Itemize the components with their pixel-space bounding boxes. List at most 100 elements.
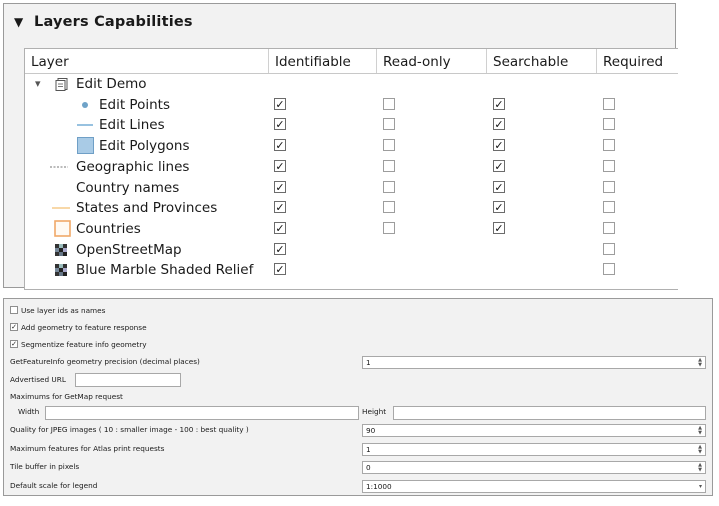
precision-label: GetFeatureInfo geometry precision (decim…: [10, 357, 200, 366]
table-row[interactable]: Edit Lines ✓ ✓: [25, 115, 678, 135]
read-only-checkbox[interactable]: [383, 201, 395, 214]
tile-buffer-value: 0: [366, 463, 371, 472]
required-checkbox[interactable]: [603, 263, 615, 276]
required-checkbox[interactable]: [603, 242, 615, 255]
layer-name: Edit Polygons: [99, 138, 190, 155]
line-symbol-icon: [77, 117, 93, 133]
spin-arrows-icon[interactable]: ▲ ▼: [697, 445, 703, 455]
use-layer-ids-checkbox[interactable]: [10, 306, 18, 314]
table-row[interactable]: Geographic lines ✓ ✓: [25, 157, 678, 177]
add-geometry-row[interactable]: ✓ Add geometry to feature response: [10, 321, 147, 335]
required-checkbox[interactable]: [603, 201, 615, 214]
precision-spinbox[interactable]: 1 ▲ ▼: [362, 356, 706, 369]
raster-icon: [54, 242, 70, 258]
layer-name: States and Provinces: [76, 200, 218, 217]
advertised-url-input[interactable]: [75, 373, 181, 387]
layer-name: Country names: [76, 179, 180, 196]
spin-arrows-icon[interactable]: ▲ ▼: [697, 358, 703, 368]
table-row[interactable]: Countries ✓ ✓: [25, 219, 678, 239]
read-only-checkbox[interactable]: [383, 118, 395, 131]
searchable-checkbox[interactable]: ✓: [493, 118, 505, 131]
identifiable-checkbox[interactable]: ✓: [274, 221, 286, 234]
width-label: Width: [18, 407, 40, 416]
read-only-checkbox[interactable]: [383, 97, 395, 110]
required-checkbox[interactable]: [603, 180, 615, 193]
segmentize-checkbox[interactable]: ✓: [10, 340, 18, 348]
precision-value: 1: [366, 358, 371, 367]
table-row[interactable]: States and Provinces ✓ ✓: [25, 198, 678, 218]
identifiable-checkbox[interactable]: ✓: [274, 242, 286, 255]
table-row[interactable]: Edit Points ✓ ✓: [25, 95, 678, 115]
layer-name: Edit Lines: [99, 117, 165, 134]
width-input[interactable]: [45, 406, 359, 420]
wms-settings-panel: Use layer ids as names ✓ Add geometry to …: [3, 298, 713, 496]
spin-arrows-icon[interactable]: ▲ ▼: [697, 426, 703, 436]
read-only-checkbox[interactable]: [383, 180, 395, 193]
legend-scale-value: 1:1000: [366, 482, 392, 491]
identifiable-checkbox[interactable]: ✓: [274, 201, 286, 214]
layer-name: Edit Points: [99, 96, 170, 113]
height-label: Height: [362, 407, 387, 416]
identifiable-checkbox[interactable]: ✓: [274, 97, 286, 110]
expand-arrow-icon[interactable]: ▾: [35, 74, 41, 94]
read-only-checkbox[interactable]: [383, 139, 395, 152]
jpeg-quality-label: Quality for JPEG images ( 10 : smaller i…: [10, 425, 249, 434]
layers-tree: Layer Identifiable Read-only Searchable …: [24, 48, 678, 290]
required-checkbox[interactable]: [603, 118, 615, 131]
identifiable-checkbox[interactable]: ✓: [274, 263, 286, 276]
required-checkbox[interactable]: [603, 159, 615, 172]
searchable-checkbox[interactable]: ✓: [493, 201, 505, 214]
column-header-read-only[interactable]: Read-only: [377, 49, 487, 73]
atlas-max-value: 1: [366, 445, 371, 454]
layer-name: Edit Demo: [76, 76, 147, 92]
table-row[interactable]: Blue Marble Shaded Relief ✓: [25, 260, 678, 280]
dashed-line-icon: [50, 159, 68, 175]
maximums-label: Maximums for GetMap request: [10, 392, 123, 401]
searchable-checkbox[interactable]: ✓: [493, 159, 505, 172]
add-geometry-checkbox[interactable]: ✓: [10, 323, 18, 331]
legend-scale-label: Default scale for legend: [10, 481, 98, 490]
add-geometry-label: Add geometry to feature response: [21, 323, 147, 332]
table-row[interactable]: ▾ Edit Demo: [25, 74, 678, 94]
spin-arrows-icon[interactable]: ▲ ▼: [697, 463, 703, 473]
required-checkbox[interactable]: [603, 97, 615, 110]
layers-capabilities-header[interactable]: ▼ Layers Capabilities: [4, 4, 675, 40]
point-symbol-icon: [77, 97, 93, 113]
identifiable-checkbox[interactable]: ✓: [274, 118, 286, 131]
searchable-checkbox[interactable]: ✓: [493, 97, 505, 110]
legend-scale-combobox[interactable]: 1:1000 ▾: [362, 480, 706, 493]
tile-buffer-label: Tile buffer in pixels: [10, 462, 80, 471]
identifiable-checkbox[interactable]: ✓: [274, 139, 286, 152]
identifiable-checkbox[interactable]: ✓: [274, 180, 286, 193]
required-checkbox[interactable]: [603, 139, 615, 152]
column-header-required[interactable]: Required: [597, 49, 678, 73]
use-layer-ids-row[interactable]: Use layer ids as names: [10, 304, 105, 318]
searchable-checkbox[interactable]: ✓: [493, 221, 505, 234]
searchable-checkbox[interactable]: ✓: [493, 139, 505, 152]
chevron-down-icon[interactable]: ▾: [699, 481, 702, 492]
identifiable-checkbox[interactable]: ✓: [274, 159, 286, 172]
layers-capabilities-panel: ▼ Layers Capabilities Layer Identifiable…: [3, 3, 678, 290]
segmentize-label: Segmentize feature info geometry: [21, 340, 147, 349]
jpeg-quality-spinbox[interactable]: 90 ▲ ▼: [362, 424, 706, 437]
table-row[interactable]: Country names ✓ ✓: [25, 178, 678, 198]
atlas-max-spinbox[interactable]: 1 ▲ ▼: [362, 443, 706, 456]
table-row[interactable]: Edit Polygons ✓ ✓: [25, 136, 678, 156]
collapse-arrow-icon[interactable]: ▼: [14, 15, 28, 29]
required-checkbox[interactable]: [603, 221, 615, 234]
read-only-checkbox[interactable]: [383, 159, 395, 172]
height-input[interactable]: [393, 406, 706, 420]
jpeg-quality-value: 90: [366, 426, 376, 435]
read-only-checkbox[interactable]: [383, 221, 395, 234]
table-row[interactable]: OpenStreetMap ✓: [25, 240, 678, 260]
searchable-checkbox[interactable]: ✓: [493, 180, 505, 193]
column-header-layer[interactable]: Layer: [25, 49, 269, 73]
column-header-searchable[interactable]: Searchable: [487, 49, 597, 73]
use-layer-ids-label: Use layer ids as names: [21, 306, 106, 315]
layer-name: Geographic lines: [76, 158, 190, 175]
tile-buffer-spinbox[interactable]: 0 ▲ ▼: [362, 461, 706, 474]
segmentize-row[interactable]: ✓ Segmentize feature info geometry: [10, 338, 147, 352]
column-header-identifiable[interactable]: Identifiable: [269, 49, 377, 73]
layer-name: Blue Marble Shaded Relief: [76, 262, 254, 279]
tree-header: Layer Identifiable Read-only Searchable …: [25, 49, 678, 74]
